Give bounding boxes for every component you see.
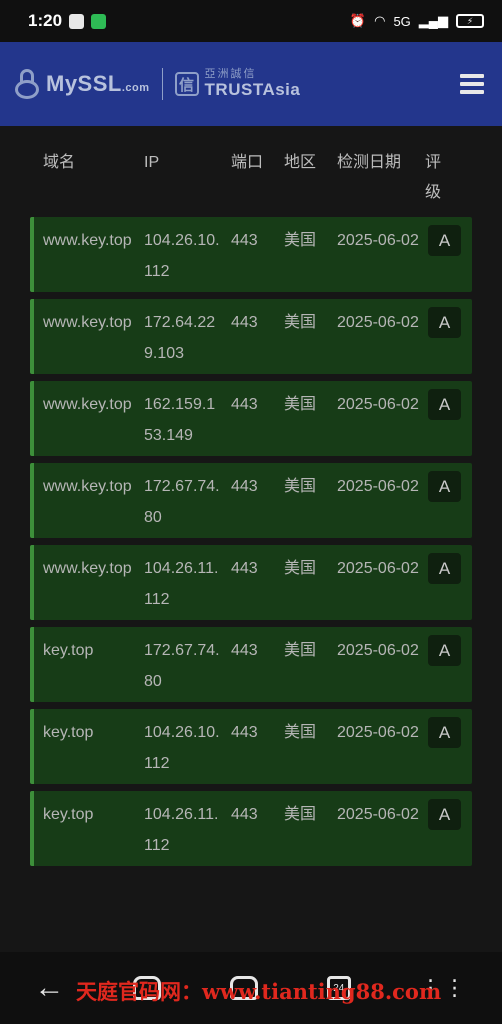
cell-region: 美国 (284, 478, 317, 495)
qq-notification-icon (69, 13, 85, 29)
cell-port: 443 (231, 724, 258, 741)
cell-date: 2025-06-02 (337, 478, 419, 495)
status-bar: 1:20 ⏰ ◠ 5G ▂▄▆ ⚡ (0, 0, 502, 42)
lock-logo-icon (14, 69, 40, 99)
site-header: MySSL.com 信 亞洲誠信 TRUSTAsia (0, 42, 502, 126)
header-date: 检测日期 (337, 154, 402, 171)
trustasia-logo: 亞洲誠信 TRUSTAsia (204, 68, 301, 99)
grade-badge[interactable]: A (428, 471, 461, 502)
alarm-icon: ⏰ (349, 13, 367, 28)
cell-date: 2025-06-02 (337, 724, 419, 741)
header-grade: 评级 (425, 154, 442, 201)
table-row[interactable]: key.top 104.26.10.112 443 美国 2025-06-02 … (30, 709, 472, 784)
grade-badge[interactable]: A (428, 717, 461, 748)
myssl-logo[interactable]: MySSL.com (46, 71, 150, 97)
cell-region: 美国 (284, 232, 317, 249)
cell-domain: www.key.top (43, 560, 132, 577)
table-row[interactable]: key.top 172.67.74.80 443 美国 2025-06-02 A (30, 627, 472, 702)
cell-domain: key.top (43, 642, 94, 659)
cell-domain: www.key.top (43, 314, 132, 331)
trustasia-badge-icon: 信 (174, 72, 199, 96)
battery-icon: ⚡ (456, 14, 484, 28)
back-arrow-icon[interactable]: ← (34, 971, 64, 1005)
table-row[interactable]: www.key.top 172.64.229.103 443 美国 2025-0… (30, 299, 472, 374)
wechat-notification-icon (91, 13, 107, 29)
cell-port: 443 (231, 478, 258, 495)
table-row[interactable]: www.key.top 172.67.74.80 443 美国 2025-06-… (30, 463, 472, 538)
cell-ip: 104.26.10.112 (144, 724, 220, 772)
status-indicators: ⏰ ◠ 5G ▂▄▆ ⚡ (350, 13, 484, 29)
table-row[interactable]: www.key.top 104.26.10.112 443 美国 2025-06… (30, 217, 472, 292)
signal-icon: ▂▄▆ (418, 13, 448, 28)
cell-port: 443 (231, 642, 258, 659)
cell-ip: 172.67.74.80 (144, 478, 220, 526)
cell-ip: 104.26.10.112 (144, 232, 220, 280)
cell-date: 2025-06-02 (337, 232, 419, 249)
wifi-icon: ◠ (374, 13, 386, 28)
cell-port: 443 (231, 396, 258, 413)
cell-region: 美国 (284, 396, 317, 413)
results-table-body: www.key.top 104.26.10.112 443 美国 2025-06… (30, 217, 472, 873)
cell-date: 2025-06-02 (337, 806, 419, 823)
grade-badge[interactable]: A (428, 307, 461, 338)
cell-domain: www.key.top (43, 232, 132, 249)
cell-date: 2025-06-02 (337, 560, 419, 577)
cell-region: 美国 (284, 642, 317, 659)
cell-domain: www.key.top (43, 396, 132, 413)
grade-badge[interactable]: A (428, 635, 461, 666)
header-ip: IP (144, 154, 160, 171)
watermark-text: 天庭官码网：www.tianting88.com (76, 979, 442, 1004)
table-header: 域名 IP 端口 地区 检测日期 评级 (30, 126, 472, 206)
cell-port: 443 (231, 232, 258, 249)
grade-badge[interactable]: A (428, 225, 461, 256)
table-row[interactable]: key.top 104.26.11.112 443 美国 2025-06-02 … (30, 791, 472, 866)
table-row[interactable]: www.key.top 162.159.153.149 443 美国 2025-… (30, 381, 472, 456)
header-region: 地区 (284, 154, 317, 171)
grade-badge[interactable]: A (428, 799, 461, 830)
cell-region: 美国 (284, 560, 317, 577)
cell-ip: 104.26.11.112 (144, 806, 219, 854)
table-row[interactable]: www.key.top 104.26.11.112 443 美国 2025-06… (30, 545, 472, 620)
header-domain: 域名 (43, 154, 76, 171)
grade-badge[interactable]: A (428, 389, 461, 420)
grade-badge[interactable]: A (428, 553, 461, 584)
network-label: 5G (393, 13, 411, 29)
cell-port: 443 (231, 314, 258, 331)
logo-divider (161, 68, 163, 100)
cell-region: 美国 (284, 314, 317, 331)
cell-domain: key.top (43, 724, 94, 741)
cell-date: 2025-06-02 (337, 396, 419, 413)
cell-ip: 172.64.229.103 (144, 314, 216, 362)
cell-ip: 162.159.153.149 (144, 396, 216, 444)
cell-date: 2025-06-02 (337, 642, 419, 659)
cell-port: 443 (231, 560, 258, 577)
cell-ip: 104.26.11.112 (144, 560, 219, 608)
cell-region: 美国 (284, 724, 317, 741)
cell-port: 443 (231, 806, 258, 823)
status-time: 1:20 (28, 11, 63, 30)
cell-ip: 172.67.74.80 (144, 642, 220, 690)
cell-domain: www.key.top (43, 478, 132, 495)
cell-date: 2025-06-02 (337, 314, 419, 331)
cell-region: 美国 (284, 806, 317, 823)
cell-domain: key.top (43, 806, 94, 823)
hamburger-menu-icon[interactable] (460, 74, 484, 94)
header-port: 端口 (231, 154, 264, 171)
